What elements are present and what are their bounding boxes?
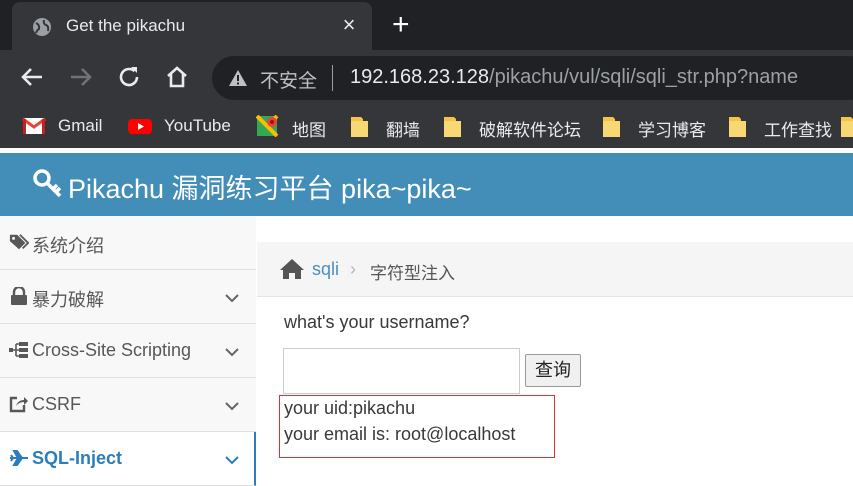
home-icon[interactable] [163, 63, 191, 91]
sidebar-item-label: Cross-Site Scripting [32, 340, 192, 360]
plane-icon [10, 450, 28, 466]
reload-icon[interactable] [115, 63, 143, 91]
bookmark-label: YouTube [164, 116, 231, 135]
tab-title: Get the pikachu [66, 16, 186, 35]
chevron-down-icon[interactable] [222, 342, 242, 362]
page-header: Pikachu 漏洞练习平台 pika~pika~ [0, 153, 853, 216]
breadcrumb-link-sqli[interactable]: sqli [312, 259, 339, 280]
sidebar-item-xss[interactable]: Cross-Site Scripting [0, 324, 256, 378]
address-bar[interactable]: 不安全 192.168.23.128/pikachu/vul/sqli/sqli… [212, 56, 853, 100]
folder-icon [603, 117, 620, 137]
sitemap-icon [9, 342, 28, 358]
youtube-icon [128, 119, 152, 134]
bookmark-label: 地图 [292, 121, 326, 140]
sidebar-item-label: CSRF [32, 394, 81, 414]
bookmark-label: 工作查找 [764, 121, 832, 140]
bookmark-label: 破解软件论坛 [479, 121, 581, 140]
tab-strip: Get the pikachu × + [0, 0, 853, 50]
home-icon [280, 259, 304, 279]
sidebar: 系统介绍 暴力破解 Cross-Site Scripting CSRF SQL-… [0, 216, 256, 486]
username-input[interactable] [283, 348, 520, 394]
share-icon [9, 396, 28, 413]
browser-toolbar: 不安全 192.168.23.128/pikachu/vul/sqli/sqli… [0, 50, 853, 105]
lock-icon [11, 287, 27, 305]
browser-tab[interactable]: Get the pikachu × [12, 2, 372, 50]
forward-icon[interactable] [67, 63, 95, 91]
url-text[interactable]: 192.168.23.128/pikachu/vul/sqli/sqli_str… [350, 66, 798, 89]
folder-icon [729, 117, 746, 137]
security-label[interactable]: 不安全 [260, 66, 317, 93]
key-icon [33, 169, 62, 198]
chevron-down-icon[interactable] [222, 450, 242, 470]
page-title[interactable]: Pikachu 漏洞练习平台 pika~pika~ [68, 167, 472, 206]
bookmark-label: 翻墙 [386, 121, 420, 140]
query-button[interactable]: 查询 [525, 354, 581, 387]
sidebar-item-brute-force[interactable]: 暴力破解 [0, 270, 256, 324]
url-path: /pikachu/vul/sqli/sqli_str.php?name [489, 66, 799, 88]
tags-icon [9, 234, 29, 250]
username-prompt: what's your username? [284, 312, 470, 332]
sidebar-item-csrf[interactable]: CSRF [0, 378, 256, 432]
url-host: 192.168.23.128 [350, 66, 490, 88]
close-icon[interactable]: × [338, 14, 360, 36]
bookmarks-bar: Gmail YouTube 地图 翻墙 破解软件论坛 学习博客 工作查找 [0, 105, 853, 148]
sidebar-item-intro[interactable]: 系统介绍 [0, 216, 256, 270]
gmail-icon [22, 117, 46, 134]
chevron-down-icon[interactable] [222, 396, 242, 416]
breadcrumb-current: 字符型注入 [370, 264, 455, 283]
sidebar-item-label: 系统介绍 [32, 236, 104, 256]
sidebar-item-label: 暴力破解 [32, 290, 104, 310]
url-divider [332, 65, 333, 91]
new-tab-button[interactable]: + [392, 10, 410, 40]
warning-icon[interactable] [228, 68, 248, 88]
sidebar-item-label: SQL-Inject [32, 448, 123, 468]
sidebar-item-sql-inject[interactable]: SQL-Inject [0, 432, 256, 486]
globe-icon [33, 18, 51, 36]
breadcrumb-separator: › [350, 259, 356, 279]
folder-icon[interactable] [840, 115, 853, 139]
folder-icon [444, 117, 461, 137]
result-email: your email is: root@localhost [284, 424, 516, 444]
back-icon[interactable] [18, 63, 46, 91]
maps-icon [256, 115, 279, 137]
result-uid: your uid:pikachu [284, 398, 416, 418]
chevron-down-icon[interactable] [222, 288, 242, 308]
breadcrumb: sqli › 字符型注入 [257, 242, 853, 297]
bookmark-label: 学习博客 [638, 121, 706, 140]
bookmark-label: Gmail [58, 116, 103, 135]
folder-icon [351, 117, 368, 137]
